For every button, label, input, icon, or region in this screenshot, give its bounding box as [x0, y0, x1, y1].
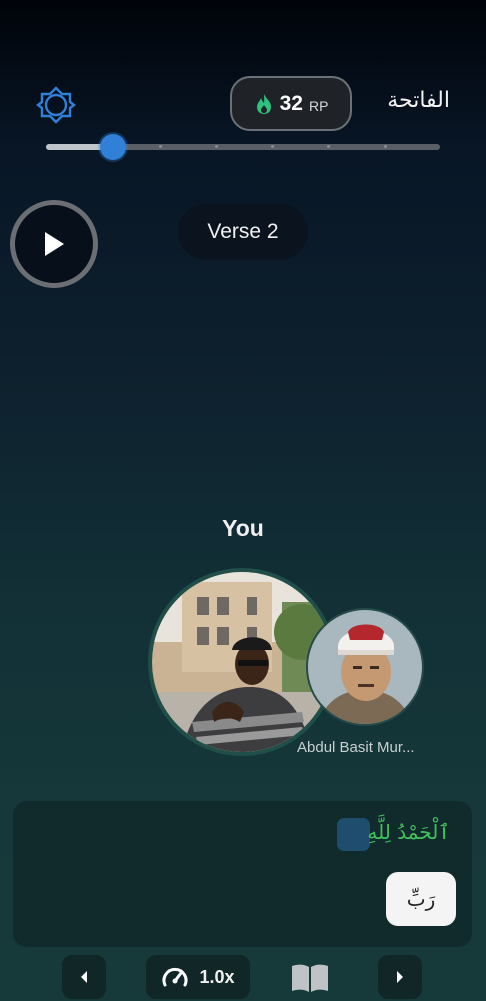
surah-title: الفاتحة [387, 88, 450, 113]
current-word-marker [337, 818, 370, 851]
play-button[interactable] [10, 200, 98, 288]
progress-slider-tick [214, 145, 218, 148]
recited-verse-text: ٱلْحَمْدُ لِلَّهِ [367, 820, 450, 844]
previous-button[interactable] [62, 955, 106, 999]
progress-slider-tick [158, 145, 162, 148]
book-icon [292, 964, 328, 992]
speedometer-icon [162, 967, 188, 987]
you-label: You [222, 515, 264, 541]
progress-slider-thumb[interactable] [99, 134, 126, 160]
next-word-button[interactable]: رَبِّ [386, 872, 456, 926]
progress-slider-tick [383, 145, 387, 148]
reciter-avatar[interactable] [306, 608, 424, 726]
chevron-left-icon [81, 971, 87, 983]
reciter-photo [308, 610, 422, 724]
play-icon [45, 232, 64, 256]
playback-speed-button[interactable]: 1.0x [146, 955, 250, 999]
reward-points-unit: RP [308, 97, 329, 114]
chevron-right-icon [397, 971, 403, 983]
reward-points-badge[interactable]: 32 RP [230, 76, 352, 131]
flame-icon [256, 93, 271, 114]
verse-indicator[interactable]: Verse 2 [178, 204, 308, 260]
next-button[interactable] [378, 955, 422, 999]
user-photo [152, 572, 332, 752]
playback-speed-label: 1.0x [199, 966, 235, 987]
reciter-name: Abdul Basit Mur... [297, 739, 415, 756]
app-logo-icon[interactable] [36, 85, 76, 125]
reward-points-value: 32 [279, 91, 303, 115]
mushaf-button[interactable] [288, 958, 332, 998]
